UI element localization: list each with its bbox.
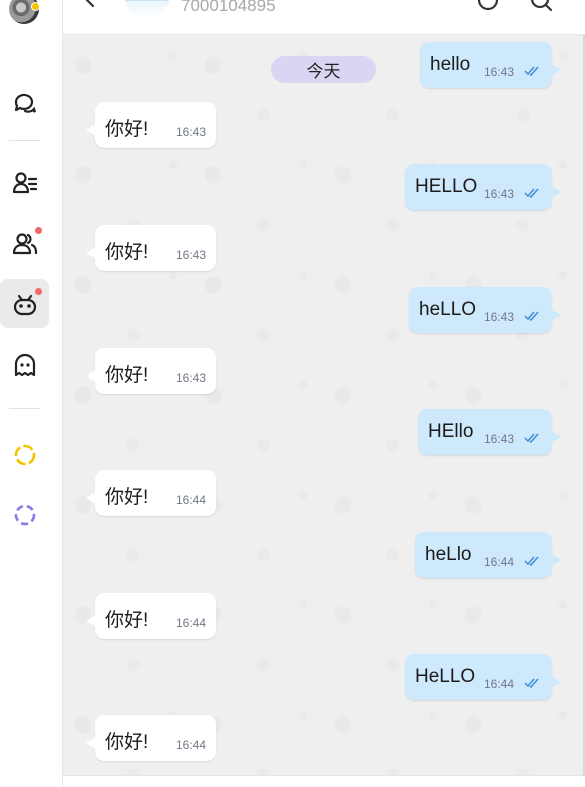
read-check-icon (524, 66, 539, 76)
read-check-icon (524, 433, 539, 443)
sidebar (0, 0, 63, 787)
message-time: 16:43 (483, 310, 514, 324)
message-text: heLLO (419, 299, 477, 320)
message-text: 你好! (105, 732, 149, 753)
message-time: 16:43 (483, 432, 514, 446)
status-purple-icon (14, 504, 35, 525)
message-time: 16:43 (483, 65, 514, 79)
chats-icon (14, 93, 36, 113)
bot-icon (13, 294, 36, 315)
message-text: HEllo (428, 421, 474, 442)
sidebar-item-chats[interactable] (0, 78, 49, 127)
message-text: HELLO (415, 176, 478, 197)
message-time: 16:43 (175, 248, 206, 262)
message-text: heLlo (425, 544, 472, 565)
message-time: 16:44 (483, 555, 514, 569)
message-text: hello (430, 54, 471, 75)
message-incoming[interactable]: 你好! 16:44 (86, 470, 216, 516)
sidebar-item-groups[interactable] (0, 218, 49, 267)
chat-header: 7000104895 (63, 0, 585, 35)
message-incoming[interactable]: 你好! 16:44 (86, 715, 216, 761)
message-text: 你好! (105, 365, 149, 386)
message-incoming[interactable]: 你好! 16:44 (86, 593, 216, 639)
groups-icon (12, 232, 37, 254)
message-time: 16:43 (483, 187, 514, 201)
back-arrow-icon[interactable] (83, 0, 99, 8)
date-separator: 今天 (271, 56, 376, 83)
bot-notification-dot (35, 288, 42, 295)
message-text: 你好! (105, 119, 149, 140)
sidebar-item-status-purple[interactable] (0, 490, 49, 539)
read-check-icon (524, 188, 539, 198)
contact-number: 7000104895 (181, 0, 276, 15)
ghost-icon (14, 353, 35, 376)
message-incoming[interactable]: 你好! 16:43 (86, 225, 216, 271)
sidebar-item-bot[interactable] (0, 279, 49, 328)
status-yellow-icon (14, 444, 35, 465)
read-check-icon (524, 678, 539, 688)
sidebar-divider (9, 140, 40, 141)
message-outgoing[interactable]: HEllo 16:43 (418, 409, 561, 455)
message-outgoing[interactable]: HELLO 16:43 (405, 164, 561, 210)
message-text: HeLLO (415, 666, 476, 687)
message-text: 你好! (105, 242, 149, 263)
message-outgoing[interactable]: heLlo 16:44 (415, 532, 561, 578)
message-outgoing[interactable]: heLLO 16:43 (409, 287, 561, 333)
message-outgoing[interactable]: hello 16:43 (420, 42, 561, 88)
sidebar-item-contacts[interactable] (0, 158, 49, 207)
call-icon[interactable] (476, 0, 500, 12)
message-time: 16:44 (175, 616, 206, 630)
presence-dot (31, 2, 40, 11)
sidebar-item-status-yellow[interactable] (0, 430, 49, 479)
message-incoming[interactable]: 你好! 16:43 (86, 102, 216, 148)
composer-bar[interactable] (63, 775, 585, 787)
sidebar-item-ghost[interactable] (0, 340, 49, 389)
groups-notification-dot (35, 227, 42, 234)
message-time: 16:44 (175, 738, 206, 752)
sidebar-divider (9, 408, 40, 409)
message-outgoing[interactable]: HeLLO 16:44 (405, 654, 561, 700)
message-time: 16:44 (483, 677, 514, 691)
message-incoming[interactable]: 你好! 16:43 (86, 348, 216, 394)
message-list[interactable]: 今天 hello 16:43 你好! 16:43 HELLO 16:43 你好!… (63, 35, 583, 775)
message-time: 16:44 (175, 493, 206, 507)
message-time: 16:43 (175, 125, 206, 139)
contact-avatar[interactable] (125, 0, 169, 18)
message-time: 16:43 (175, 371, 206, 385)
read-check-icon (524, 556, 539, 566)
message-text: 你好! (105, 610, 149, 631)
contacts-icon (12, 171, 37, 193)
read-check-icon (524, 311, 539, 321)
message-text: 你好! (105, 487, 149, 508)
search-icon[interactable] (529, 0, 553, 12)
